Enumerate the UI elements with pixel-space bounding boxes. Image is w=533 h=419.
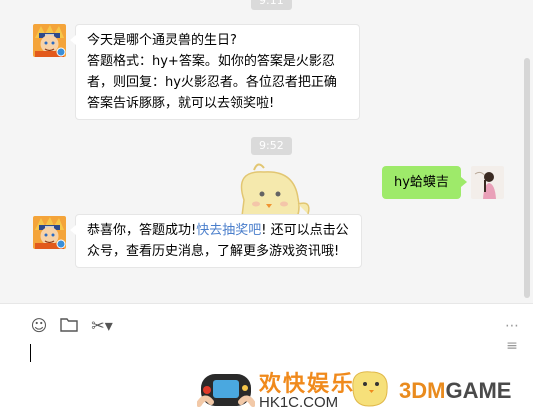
- watermark-site: HK1C.COM: [259, 394, 339, 411]
- emoji-icon[interactable]: ☺: [28, 316, 50, 336]
- user-message-1[interactable]: hy蛤蟆吉: [382, 166, 467, 199]
- user-avatar[interactable]: [471, 166, 504, 199]
- bot-avatar[interactable]: [33, 24, 66, 57]
- bot-message-1[interactable]: 今天是哪个通灵兽的生日? 答题格式：hy+答案。如你的答案是火影忍者，则回复：h…: [70, 24, 360, 120]
- chat-scrollbar[interactable]: [524, 58, 530, 298]
- bot-avatar[interactable]: [33, 216, 66, 249]
- bot-message-2[interactable]: 恭喜你，答题成功!快去抽奖吧! 还可以点击公众号，查看历史消息，了解更多游戏资讯…: [70, 214, 362, 268]
- brand-suffix: GAME: [445, 378, 512, 403]
- history-icon[interactable]: ⋯≡: [501, 316, 523, 354]
- watermark-brand: 3DMGAME: [399, 378, 511, 404]
- brand-prefix: 3DM: [399, 378, 446, 403]
- timestamp-mid: 9:52: [251, 137, 292, 155]
- chick-icon: [352, 371, 388, 407]
- timestamp-top: 9:11: [251, 0, 292, 10]
- gamepad-icon: [197, 374, 255, 407]
- watermark: 欢快娱乐 HK1C.COM 3DMGAME: [197, 360, 533, 419]
- folder-icon[interactable]: [58, 316, 80, 336]
- lottery-link[interactable]: 快去抽奖吧: [196, 223, 261, 238]
- message-line: 答题格式：hy+答案。如你的答案是火影忍者，则回复：hy火影忍者。各位忍者把正确…: [87, 54, 337, 111]
- chat-area: 9:11 今天是哪个通灵兽的生日? 答题格式：hy+答案。如你的答案是火影忍者，…: [0, 0, 533, 303]
- message-text: 恭喜你，答题成功!: [87, 223, 197, 238]
- text-caret: [30, 344, 31, 362]
- scissors-icon[interactable]: ✂▾: [89, 316, 115, 336]
- message-line: 今天是哪个通灵兽的生日?: [87, 33, 237, 48]
